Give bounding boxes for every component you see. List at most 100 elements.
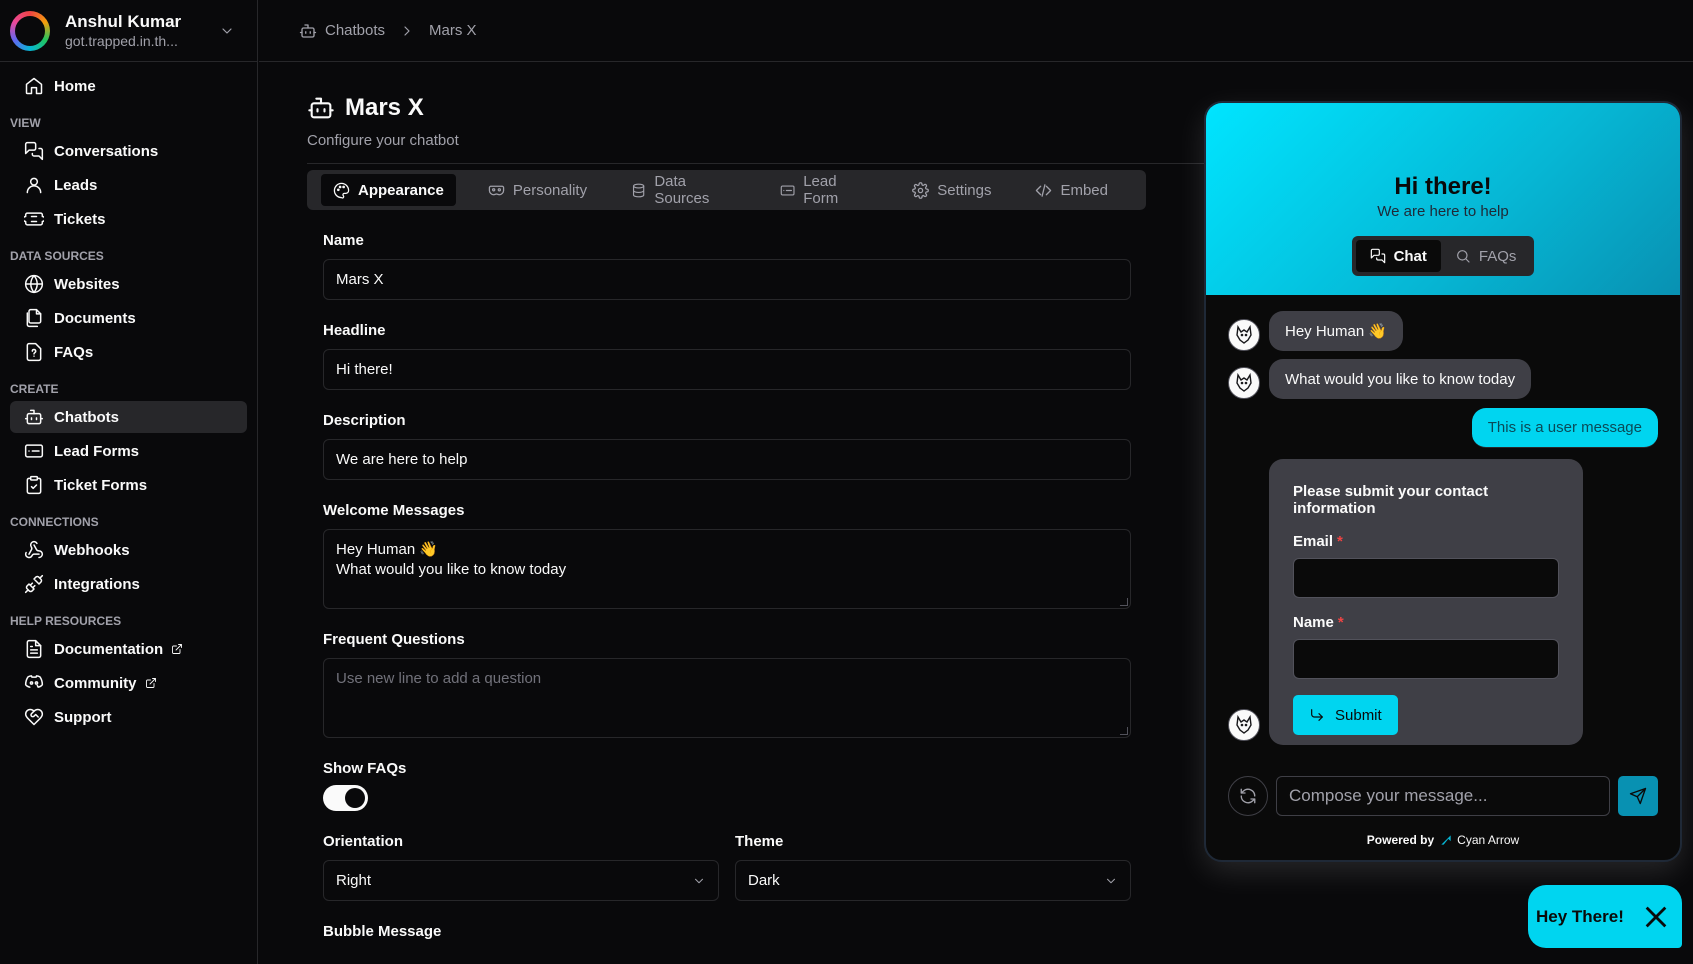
resize-handle[interactable]: [1120, 727, 1128, 735]
chevron-right-icon: [404, 25, 410, 36]
name-field[interactable]: [1293, 639, 1559, 679]
frequent-questions-textarea[interactable]: Use new line to add a question: [323, 658, 1131, 738]
tab-appearance[interactable]: Appearance: [321, 174, 456, 206]
database-icon: [633, 183, 645, 197]
plug-icon: [24, 574, 44, 594]
required-marker: *: [1337, 614, 1344, 631]
welcome-line-2: What would you like to know today: [336, 561, 567, 578]
webhook-icon: [24, 540, 43, 559]
orientation-theme-row: Orientation Right Theme Dark: [323, 811, 1131, 901]
refresh-button[interactable]: [1228, 776, 1268, 816]
sidebar-item-label: Leads: [54, 176, 98, 194]
sidebar-item-support[interactable]: Support: [10, 701, 247, 733]
widget-subtitle: We are here to help: [1377, 203, 1509, 220]
sidebar-item-label: Lead Forms: [54, 442, 140, 460]
close-icon[interactable]: [1642, 903, 1670, 931]
contact-form-title: Please submit your contact information: [1293, 483, 1489, 517]
bot-message: Hey Human 👋: [1269, 311, 1404, 351]
widget-tab-faqs[interactable]: FAQs: [1441, 240, 1531, 272]
tab-lead-form[interactable]: Lead Form: [768, 173, 880, 207]
sidebar-item-label: Conversations: [54, 142, 159, 160]
email-field[interactable]: [1293, 558, 1559, 598]
contact-form-card: Please submit your contact information E…: [1269, 459, 1583, 745]
powered-by: Powered by Cyan Arrow: [1206, 833, 1680, 847]
widget-tab-label: Chat: [1393, 247, 1427, 265]
sidebar-item-chatbots[interactable]: Chatbots: [10, 401, 247, 433]
search-icon: [1456, 250, 1470, 263]
orientation-select[interactable]: Right: [323, 860, 719, 901]
section-view: VIEW: [10, 116, 41, 130]
sidebar: Anshul Kumar got.trapped.in.th... Home V…: [0, 0, 258, 964]
account-switcher[interactable]: Anshul Kumar got.trapped.in.th...: [0, 0, 257, 62]
tab-label: Personality: [512, 181, 588, 199]
sidebar-item-label: Webhooks: [54, 541, 130, 559]
page-subtitle: Configure your chatbot: [307, 132, 459, 149]
sidebar-item-conversations[interactable]: Conversations: [10, 135, 247, 167]
sidebar-item-integrations[interactable]: Integrations: [10, 568, 247, 600]
send-button[interactable]: [1618, 776, 1658, 816]
message-input[interactable]: Compose your message...: [1276, 776, 1610, 816]
sidebar-item-websites[interactable]: Websites: [10, 268, 247, 300]
tab-personality[interactable]: Personality: [476, 174, 599, 206]
resize-handle[interactable]: [1120, 598, 1128, 606]
chat-widget-preview: Hi there! We are here to help Chat FAQs …: [1204, 101, 1682, 862]
sidebar-item-label: FAQs: [54, 343, 94, 361]
tab-label: Embed: [1060, 181, 1108, 199]
description-input[interactable]: We are here to help: [323, 439, 1131, 480]
ticket-icon: [24, 212, 44, 226]
sidebar-item-lead-forms[interactable]: Lead Forms: [10, 435, 247, 467]
frequent-questions-label: Frequent Questions: [323, 631, 465, 648]
theme-label: Theme: [735, 833, 784, 850]
gear-icon: [912, 181, 930, 199]
sidebar-item-label: Websites: [54, 275, 120, 293]
section-create: CREATE: [10, 382, 59, 396]
breadcrumb: Chatbots Mars X: [259, 0, 1693, 62]
welcome-messages-textarea[interactable]: Hey Human 👋 What would you like to know …: [323, 529, 1131, 609]
wolf-icon: [1236, 372, 1252, 392]
sidebar-item-label: Community: [54, 674, 137, 692]
show-faqs-toggle[interactable]: [323, 785, 368, 811]
chevron-down-icon: [222, 27, 232, 34]
submit-button[interactable]: Submit: [1293, 695, 1398, 735]
name-input[interactable]: Mars X: [323, 259, 1131, 300]
file-question-icon: [26, 342, 42, 362]
sidebar-item-documentation[interactable]: Documentation: [10, 633, 247, 665]
breadcrumb-chatbots[interactable]: Chatbots: [325, 22, 385, 39]
wolf-icon: [1236, 324, 1252, 344]
powered-by-text: Powered by: [1366, 833, 1435, 847]
forward-arrow-icon: [1311, 709, 1323, 721]
headline-input[interactable]: Hi there!: [323, 349, 1131, 390]
sidebar-item-documents[interactable]: Documents: [10, 302, 247, 334]
tab-data-sources[interactable]: Data Sources: [619, 173, 748, 207]
toggle-knob: [345, 788, 365, 808]
sidebar-item-leads[interactable]: Leads: [10, 169, 247, 201]
user-icon: [26, 177, 42, 194]
files-icon: [26, 308, 42, 328]
theme-select[interactable]: Dark: [735, 860, 1131, 901]
tab-embed[interactable]: Embed: [1023, 174, 1120, 206]
heart-handshake-icon: [24, 708, 44, 726]
bot-message: What would you like to know today: [1269, 359, 1532, 399]
widget-title: Hi there!: [1394, 173, 1492, 200]
sidebar-item-faqs[interactable]: FAQs: [10, 336, 247, 368]
sidebar-item-label: Ticket Forms: [54, 476, 148, 494]
section-help: HELP RESOURCES: [10, 614, 122, 628]
wolf-icon: [1236, 714, 1252, 734]
page-title: Mars X: [307, 94, 1207, 122]
external-link-icon: [145, 678, 156, 688]
chat-launcher-bubble[interactable]: Hey There!: [1528, 885, 1682, 948]
sidebar-item-ticket-forms[interactable]: Ticket Forms: [10, 469, 247, 501]
tab-label: Settings: [937, 181, 992, 199]
tab-settings[interactable]: Settings: [900, 174, 1003, 206]
appearance-form: Name Mars X Headline Hi there! Descripti…: [307, 232, 1131, 940]
cyan-arrow-logo-icon: [1441, 835, 1451, 845]
main-content: Mars X Configure your chatbot Appearance…: [307, 62, 1207, 950]
sidebar-item-tickets[interactable]: Tickets: [10, 203, 247, 235]
sidebar-item-home[interactable]: Home: [10, 70, 247, 102]
external-link-icon: [172, 644, 183, 654]
brand-link[interactable]: Cyan Arrow: [1457, 833, 1519, 847]
sidebar-item-webhooks[interactable]: Webhooks: [10, 534, 247, 566]
widget-tab-chat[interactable]: Chat: [1355, 240, 1441, 272]
email-label-text: Email: [1293, 533, 1334, 550]
sidebar-item-community[interactable]: Community: [10, 667, 247, 699]
